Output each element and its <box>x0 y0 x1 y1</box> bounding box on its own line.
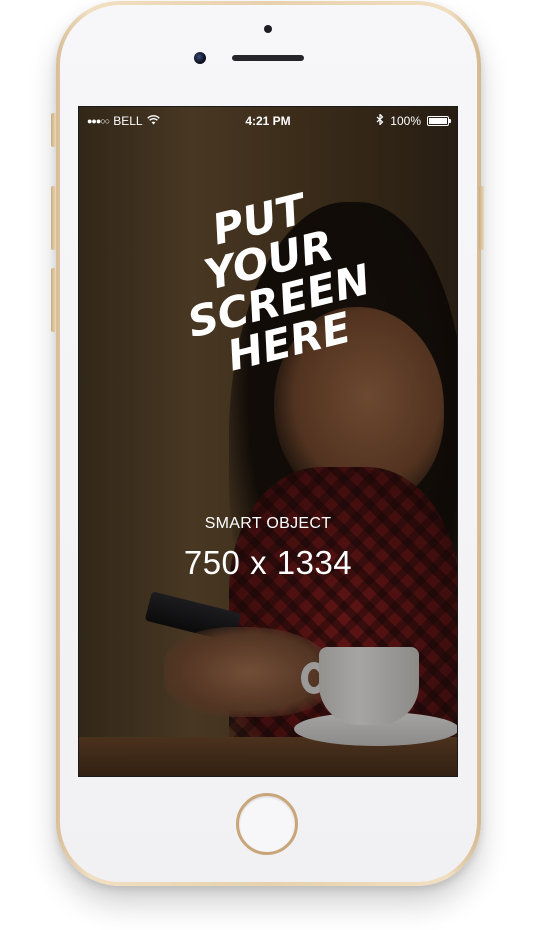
front-camera-icon <box>194 52 206 64</box>
battery-percent: 100% <box>390 114 421 128</box>
earpiece-speaker <box>232 55 304 61</box>
phone-screen: ●●●○○ BELL 4:21 PM 100% PUT YOUR SCREEN … <box>79 107 457 776</box>
home-button[interactable] <box>236 793 298 855</box>
battery-tip <box>449 119 451 123</box>
status-bar: ●●●○○ BELL 4:21 PM 100% <box>79 107 457 133</box>
screen-dimensions: 750 x 1334 <box>183 544 353 581</box>
volume-up-button <box>51 186 56 250</box>
battery-icon <box>427 116 451 126</box>
smart-object-label: SMART OBJECT <box>204 515 332 532</box>
mockup-stage: ●●●○○ BELL 4:21 PM 100% PUT YOUR SCREEN … <box>0 0 535 930</box>
volume-down-button <box>51 268 56 332</box>
status-right: 100% <box>376 113 451 128</box>
mute-switch <box>51 113 56 147</box>
proximity-sensor <box>264 25 272 33</box>
battery-fill <box>429 118 447 124</box>
power-button <box>479 186 484 250</box>
bluetooth-icon <box>376 113 384 128</box>
